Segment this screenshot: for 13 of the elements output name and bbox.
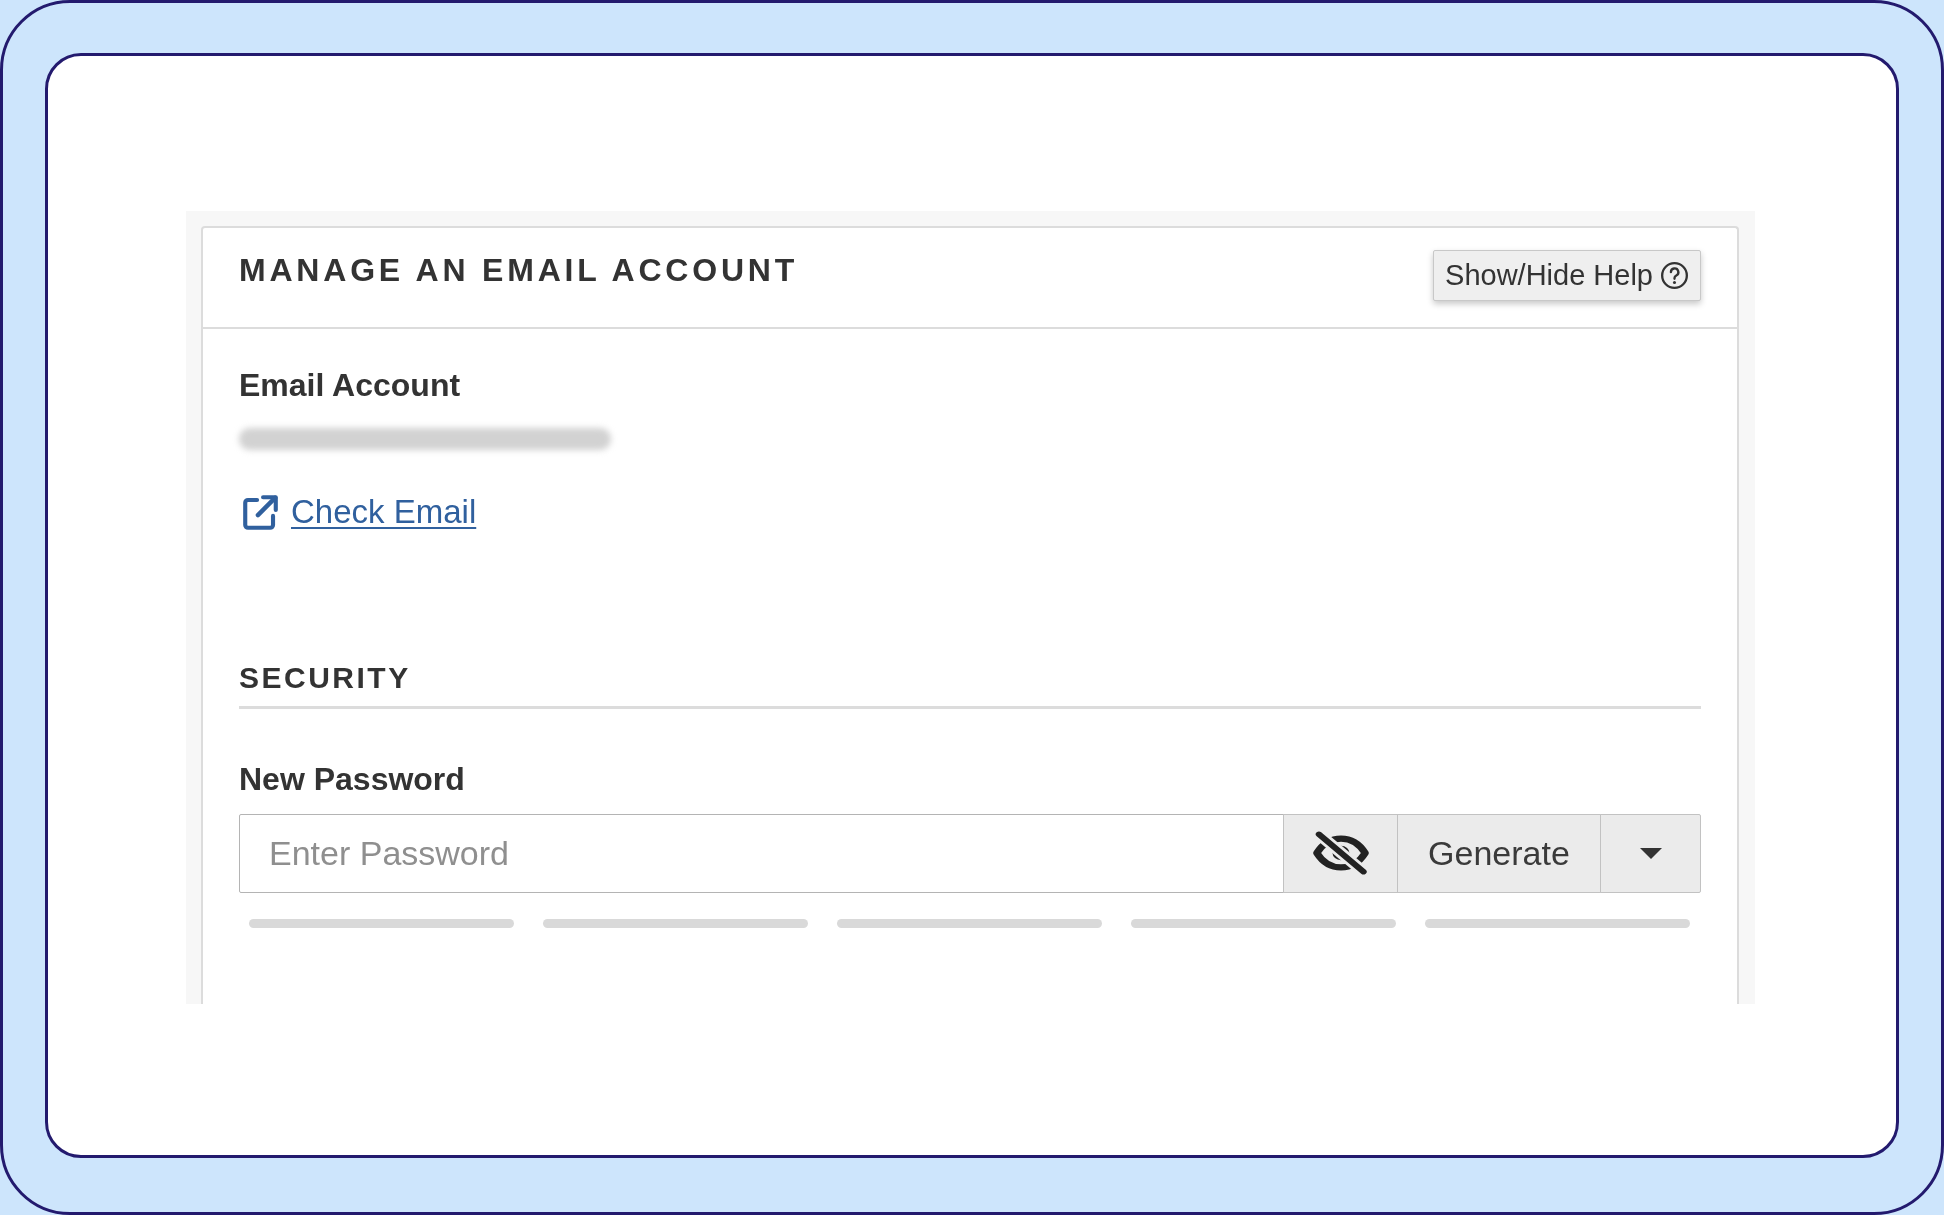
- external-link-icon: [243, 494, 278, 530]
- section-heading: SECURITY: [239, 659, 1701, 709]
- field-label: Email Account: [239, 366, 462, 404]
- eye-slash-icon: [1312, 831, 1369, 875]
- panel-title: MANAGE AN EMAIL ACCOUNT: [239, 251, 799, 289]
- password-visibility-button[interactable]: [1283, 813, 1398, 893]
- caret-icon: [1639, 847, 1662, 859]
- field-label: New Password: [239, 759, 466, 798]
- help-icon: [1661, 261, 1688, 289]
- password-field[interactable]: Enter Password: [239, 813, 1284, 893]
- generate-button[interactable]: Generate: [1397, 813, 1601, 893]
- check-email-link[interactable]: Check Email: [243, 493, 477, 531]
- show-hide-help-button[interactable]: Show/Hide Help: [1433, 250, 1701, 301]
